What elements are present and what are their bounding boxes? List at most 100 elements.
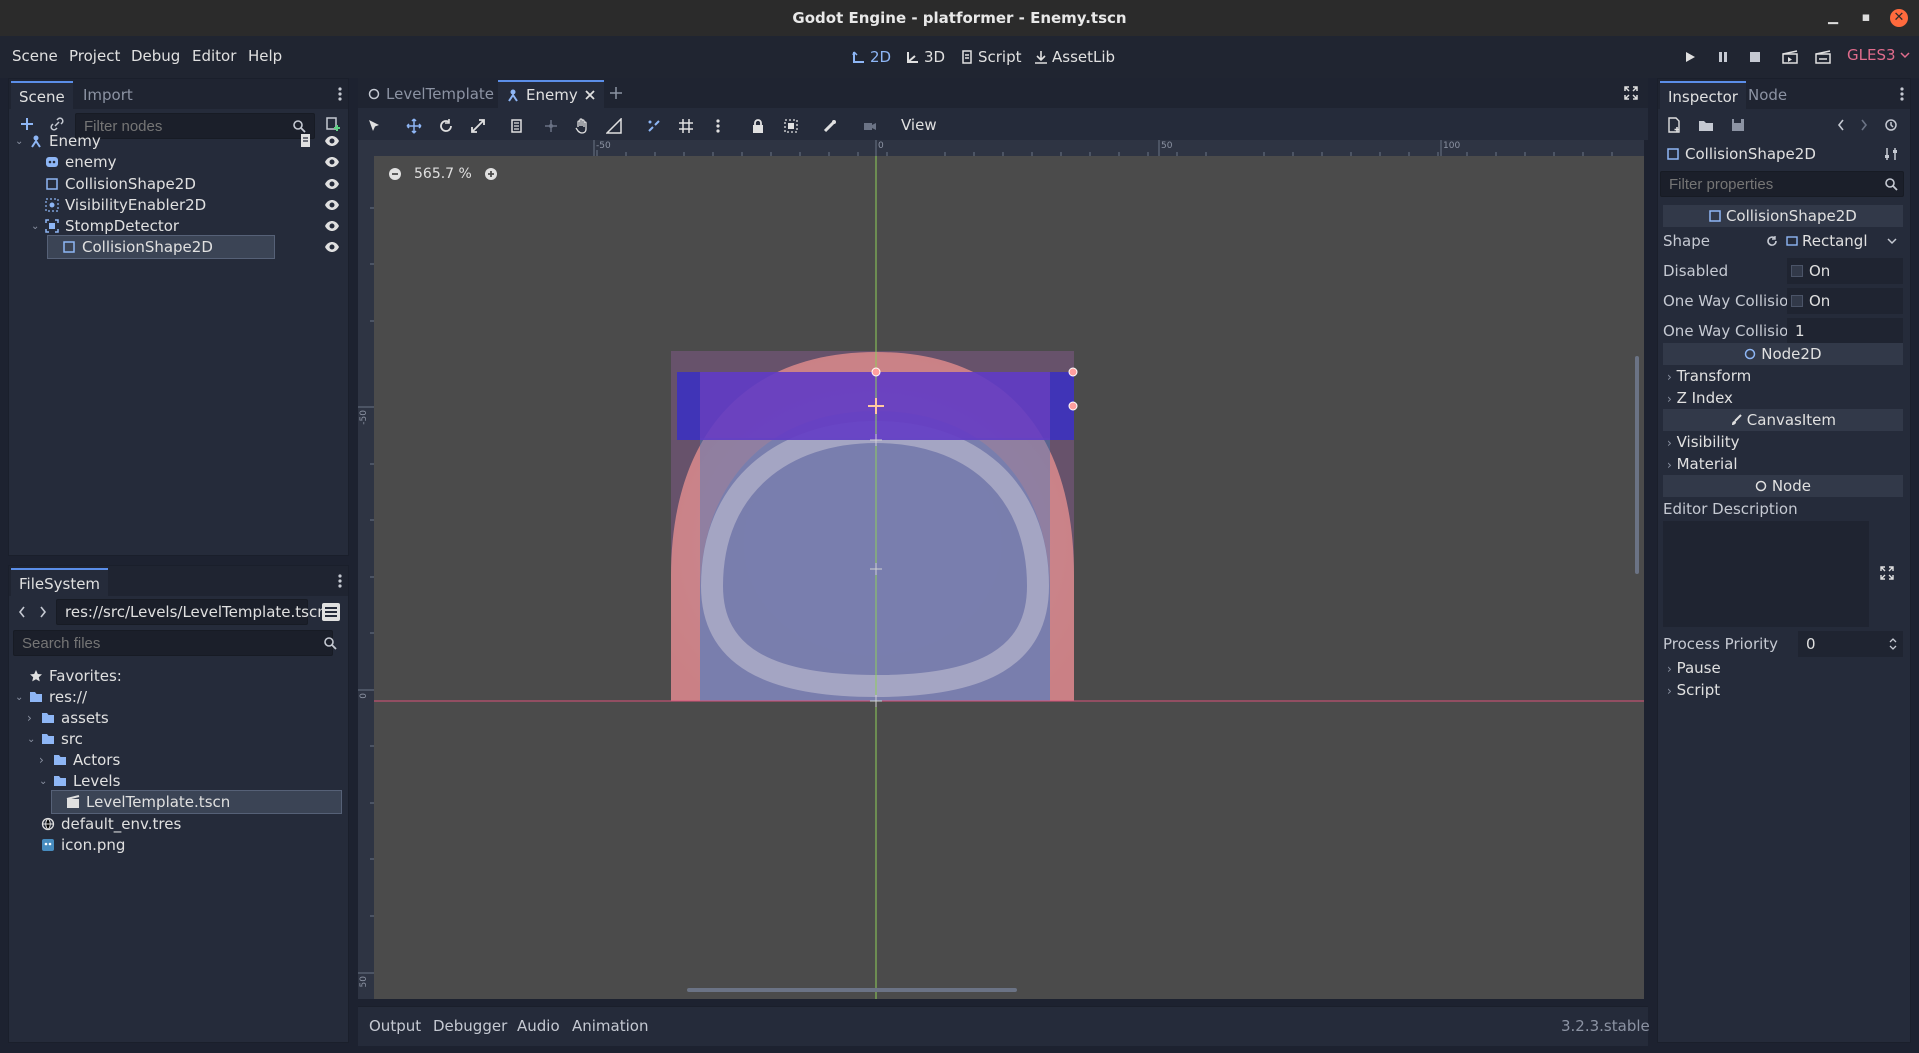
- workspace-3d-button[interactable]: 3D: [906, 46, 945, 68]
- menu-project[interactable]: Project: [69, 47, 120, 65]
- scene-tree-item[interactable]: CollisionShape2D: [47, 235, 275, 259]
- section-z-index[interactable]: › Z Index: [1667, 387, 1733, 409]
- path-field[interactable]: res://src/Levels/LevelTemplate.tscn: [56, 599, 327, 625]
- pivot-mode-icon[interactable]: [540, 115, 562, 137]
- object-properties-icon[interactable]: [1882, 145, 1900, 163]
- select-mode-icon[interactable]: [363, 115, 385, 137]
- history-back-icon[interactable]: [1832, 116, 1850, 134]
- workspace-assetlib-button[interactable]: AssetLib: [1034, 46, 1115, 68]
- smart-snap-icon[interactable]: [643, 115, 665, 137]
- close-tab-icon[interactable]: [584, 89, 596, 101]
- move-mode-icon[interactable]: [403, 115, 425, 137]
- expand-icon[interactable]: [1878, 564, 1896, 582]
- minimize-icon[interactable]: ▁: [1824, 9, 1842, 27]
- pan-mode-icon[interactable]: [571, 115, 593, 137]
- vertical-scrollbar[interactable]: [1635, 356, 1639, 574]
- disabled-checkbox[interactable]: On: [1787, 258, 1903, 284]
- open-folder-icon[interactable]: [1697, 116, 1715, 134]
- tab-leveltemplate[interactable]: LevelTemplate: [360, 80, 502, 108]
- history-icon[interactable]: [1882, 116, 1900, 134]
- search-files-input[interactable]: [13, 630, 333, 656]
- chevron-right-icon[interactable]: ›: [39, 753, 47, 767]
- chevron-down-icon[interactable]: ⌄: [27, 734, 35, 745]
- zoom-in-icon[interactable]: [484, 167, 498, 181]
- snap-options-icon[interactable]: [707, 115, 729, 137]
- zoom-out-icon[interactable]: [388, 167, 402, 181]
- camera-override-icon[interactable]: [859, 115, 881, 137]
- section-material[interactable]: › Material: [1667, 453, 1738, 475]
- tab-output[interactable]: Output: [369, 1017, 421, 1035]
- chevron-down-icon[interactable]: ⌄: [39, 776, 47, 787]
- group-icon[interactable]: [780, 115, 802, 137]
- chevron-right-icon[interactable]: ›: [27, 711, 35, 725]
- new-resource-icon[interactable]: [1665, 116, 1683, 134]
- section-script[interactable]: › Script: [1667, 679, 1720, 701]
- horizontal-scrollbar[interactable]: [687, 988, 1017, 992]
- editor-description-textarea[interactable]: [1663, 521, 1869, 627]
- visibility-eye-icon[interactable]: [324, 133, 340, 149]
- tab-inspector[interactable]: Inspector: [1660, 81, 1746, 109]
- chevron-down-icon[interactable]: ⌄: [31, 221, 39, 232]
- tab-animation[interactable]: Animation: [572, 1017, 648, 1035]
- visibility-eye-icon[interactable]: [324, 218, 340, 234]
- lock-icon[interactable]: [747, 115, 769, 137]
- new-tab-icon[interactable]: [607, 84, 625, 102]
- menu-editor[interactable]: Editor: [192, 47, 236, 65]
- section-transform[interactable]: › Transform: [1667, 365, 1751, 387]
- menu-help[interactable]: Help: [248, 47, 282, 65]
- dock-menu-icon[interactable]: [331, 85, 349, 103]
- view-menu[interactable]: View: [901, 116, 937, 134]
- tab-debugger[interactable]: Debugger: [433, 1017, 507, 1035]
- save-icon[interactable]: [1729, 116, 1747, 134]
- revert-icon[interactable]: [1766, 235, 1778, 247]
- visibility-eye-icon[interactable]: [324, 176, 340, 192]
- script-attached-icon[interactable]: [299, 133, 315, 149]
- tab-scene[interactable]: Scene: [11, 81, 73, 109]
- play-button[interactable]: [1679, 46, 1701, 68]
- skeleton-icon[interactable]: [819, 115, 841, 137]
- list-select-icon[interactable]: [507, 115, 529, 137]
- chevron-down-icon[interactable]: ⌄: [15, 692, 23, 703]
- file-tree-item[interactable]: icon.png: [27, 833, 125, 857]
- scene-tree-item[interactable]: enemy: [31, 150, 231, 174]
- resize-handle-right[interactable]: [1068, 401, 1078, 411]
- attach-script-icon[interactable]: [324, 115, 342, 133]
- shape-resource-picker[interactable]: Rectangl: [1786, 230, 1903, 252]
- toggle-split-icon[interactable]: [322, 603, 340, 621]
- resize-handle-corner[interactable]: [1068, 367, 1078, 377]
- renderer-selector[interactable]: GLES3: [1847, 46, 1910, 64]
- file-tree-item[interactable]: LevelTemplate.tscn: [51, 790, 342, 814]
- process-priority-spinbox[interactable]: 0: [1798, 631, 1903, 657]
- rotate-mode-icon[interactable]: [435, 115, 457, 137]
- play-custom-scene-button[interactable]: [1812, 46, 1834, 68]
- play-scene-button[interactable]: [1779, 46, 1801, 68]
- maximize-icon[interactable]: ▪: [1857, 9, 1875, 27]
- menu-debug[interactable]: Debug: [131, 47, 180, 65]
- tab-import[interactable]: Import: [75, 81, 141, 109]
- grid-snap-icon[interactable]: [675, 115, 697, 137]
- resize-handle-top[interactable]: [871, 367, 881, 377]
- close-icon[interactable]: ✕: [1890, 9, 1908, 27]
- canvas-viewport[interactable]: 565.7 %: [374, 156, 1644, 999]
- back-icon[interactable]: [13, 603, 31, 621]
- workspace-2d-button[interactable]: 2D: [852, 46, 891, 68]
- stop-button[interactable]: [1744, 46, 1766, 68]
- tab-audio[interactable]: Audio: [517, 1017, 560, 1035]
- visibility-eye-icon[interactable]: [324, 154, 340, 170]
- tab-enemy[interactable]: Enemy: [498, 80, 604, 108]
- visibility-eye-icon[interactable]: [324, 197, 340, 213]
- scale-mode-icon[interactable]: [467, 115, 489, 137]
- workspace-script-button[interactable]: Script: [960, 46, 1022, 68]
- visibility-eye-icon[interactable]: [324, 239, 340, 255]
- one-way-margin-input[interactable]: 1: [1787, 318, 1903, 344]
- chevron-down-icon[interactable]: ⌄: [15, 136, 23, 147]
- forward-icon[interactable]: [34, 603, 52, 621]
- dock-menu-icon[interactable]: [331, 572, 349, 590]
- dock-menu-icon[interactable]: [1893, 85, 1911, 103]
- history-forward-icon[interactable]: [1855, 116, 1873, 134]
- ruler-mode-icon[interactable]: [603, 115, 625, 137]
- zoom-level[interactable]: 565.7 %: [414, 166, 472, 182]
- menu-scene[interactable]: Scene: [12, 47, 58, 65]
- section-visibility[interactable]: › Visibility: [1667, 431, 1739, 453]
- pause-button[interactable]: [1712, 46, 1734, 68]
